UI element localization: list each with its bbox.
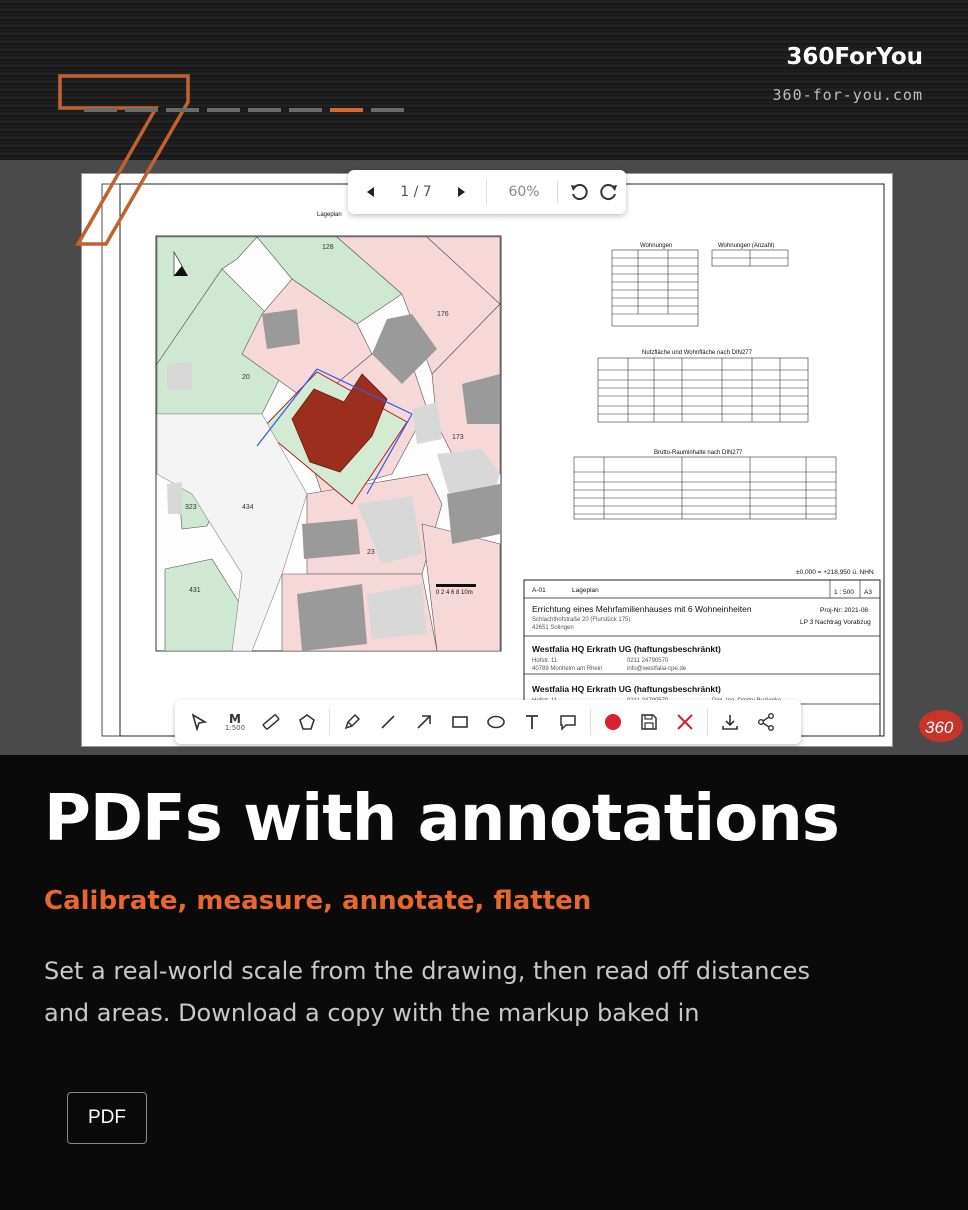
svg-text:7: 7 — [56, 72, 57, 73]
slide-number-seven: 7 — [56, 72, 190, 246]
pdf-viewer-nav: 1 / 7 60% — [348, 170, 626, 214]
svg-text:42651 Solingen: 42651 Solingen — [532, 625, 574, 631]
progress-step — [166, 108, 199, 112]
brand-url: 360-for-you.com — [772, 86, 923, 104]
save-icon — [641, 714, 657, 730]
line-icon — [381, 715, 395, 729]
plot-label: 20 — [242, 374, 250, 381]
svg-text:Brutto-Rauminhalte nach DIN277: Brutto-Rauminhalte nach DIN277 — [654, 450, 743, 456]
svg-text:360: 360 — [925, 718, 954, 737]
select-tool-button[interactable] — [181, 704, 217, 740]
progress-step — [207, 108, 240, 112]
svg-text:LP 3 Nachtrag Vorabzug: LP 3 Nachtrag Vorabzug — [800, 619, 871, 626]
line-tool-button[interactable] — [370, 704, 406, 740]
triangle-left-icon — [367, 187, 374, 197]
comment-icon — [560, 715, 576, 731]
page-title: PDFs with annotations — [44, 782, 840, 856]
svg-text:Westfalia HQ Erkrath UG (haftu: Westfalia HQ Erkrath UG (haftungsbeschrä… — [532, 684, 721, 694]
brand-badge-icon: 360 — [919, 710, 963, 742]
prev-page-button[interactable] — [356, 177, 386, 207]
svg-text:Westfalia HQ Erkrath UG (haftu: Westfalia HQ Erkrath UG (haftungsbeschrä… — [532, 644, 721, 654]
slide-progress — [84, 108, 404, 112]
text-icon — [526, 715, 538, 729]
ellipse-tool-button[interactable] — [478, 704, 514, 740]
plot-label: 431 — [189, 587, 201, 594]
share-icon — [758, 713, 774, 731]
measure-distance-button[interactable] — [253, 704, 289, 740]
arrow-tool-button[interactable] — [406, 704, 442, 740]
close-icon — [677, 714, 693, 730]
annotation-toolbar: M 1:500 — [175, 700, 801, 744]
pdf-page: 128 176 20 173 434 23 323 431 0 2 4 6 8 … — [82, 174, 892, 746]
progress-step — [248, 108, 281, 112]
page-indicator: 1 / 7 — [400, 184, 432, 200]
progress-step — [84, 108, 117, 112]
elevation-note: ±0,000 = +218,950 ü. NHN — [796, 569, 874, 576]
delete-button[interactable] — [667, 704, 703, 740]
svg-text:Wohnungen (Anzahl): Wohnungen (Anzahl) — [718, 243, 774, 249]
plot-label: 23 — [367, 549, 375, 556]
plot-label: 173 — [452, 434, 464, 441]
comment-tool-button[interactable] — [550, 704, 586, 740]
zoom-level[interactable]: 60% — [497, 184, 551, 200]
svg-text:A-01: A-01 — [532, 587, 546, 594]
svg-text:Proj-Nr: 2021-08: Proj-Nr: 2021-08 — [820, 607, 868, 614]
pen-icon — [344, 713, 361, 730]
pen-tool-button[interactable] — [334, 704, 370, 740]
download-icon — [722, 715, 738, 730]
brand-name: 360ForYou — [786, 44, 923, 70]
format-tag: PDF — [67, 1092, 147, 1144]
rotate-right-button[interactable] — [594, 177, 624, 207]
svg-text:1 : 500: 1 : 500 — [834, 589, 854, 596]
svg-text:Errichtung eines Mehrfamilienh: Errichtung eines Mehrfamilienhauses mit … — [532, 604, 752, 614]
plot-label: 176 — [437, 311, 449, 318]
svg-text:Nutzfläche und Wohnfläche nach: Nutzfläche und Wohnfläche nach DIN277 — [642, 350, 753, 356]
progress-step-active — [330, 108, 363, 112]
progress-step — [289, 108, 322, 112]
page-subtitle: Calibrate, measure, annotate, flatten — [44, 886, 592, 916]
svg-text:40789 Monheim am Rhein: 40789 Monheim am Rhein — [532, 666, 602, 672]
cursor-icon — [191, 713, 208, 732]
calibrate-tool-button[interactable]: M 1:500 — [217, 704, 253, 740]
map-title: Lageplan — [317, 212, 342, 218]
svg-text:info@westfalia-cpe.de: info@westfalia-cpe.de — [627, 666, 687, 672]
red-dot-icon — [605, 714, 621, 730]
pentagon-icon — [299, 714, 315, 730]
progress-step — [371, 108, 404, 112]
plot-label: 323 — [185, 504, 197, 511]
text-tool-button[interactable] — [514, 704, 550, 740]
svg-text:Hofstr. 11: Hofstr. 11 — [532, 658, 558, 664]
arrow-icon — [417, 715, 431, 729]
site-map: 128 176 20 173 434 23 323 431 0 2 4 6 8 … — [155, 235, 502, 652]
download-button[interactable] — [712, 704, 748, 740]
page-description: Set a real-world scale from the drawing,… — [44, 957, 810, 1027]
svg-text:0211 24790570: 0211 24790570 — [627, 658, 669, 664]
color-picker-button[interactable] — [595, 704, 631, 740]
plot-label: 434 — [242, 504, 254, 511]
svg-text:Schlachthofstraße 20 (Flurstüc: Schlachthofstraße 20 (Flurstück 175) — [532, 617, 630, 623]
triangle-right-icon — [458, 187, 465, 197]
ruler-icon — [262, 714, 280, 730]
svg-text:A3: A3 — [864, 589, 872, 596]
rotate-ccw-icon — [571, 184, 588, 201]
share-button[interactable] — [748, 704, 784, 740]
rectangle-tool-button[interactable] — [442, 704, 478, 740]
save-button[interactable] — [631, 704, 667, 740]
svg-text:Wohnungen: Wohnungen — [640, 243, 672, 249]
progress-step — [125, 108, 158, 112]
scale-bar: 0 2 4 6 8 10m — [436, 590, 473, 596]
rectangle-icon — [452, 716, 468, 728]
rotate-left-button[interactable] — [564, 177, 594, 207]
rotate-cw-icon — [600, 184, 617, 201]
area-tables: Wohnungen Wohnungen (Anzahl) Nutzfläche … — [573, 243, 837, 520]
measure-area-button[interactable] — [289, 704, 325, 740]
ellipse-icon — [487, 715, 505, 729]
svg-text:Lageplan: Lageplan — [572, 587, 599, 594]
next-page-button[interactable] — [446, 177, 476, 207]
plot-label: 128 — [322, 244, 334, 251]
